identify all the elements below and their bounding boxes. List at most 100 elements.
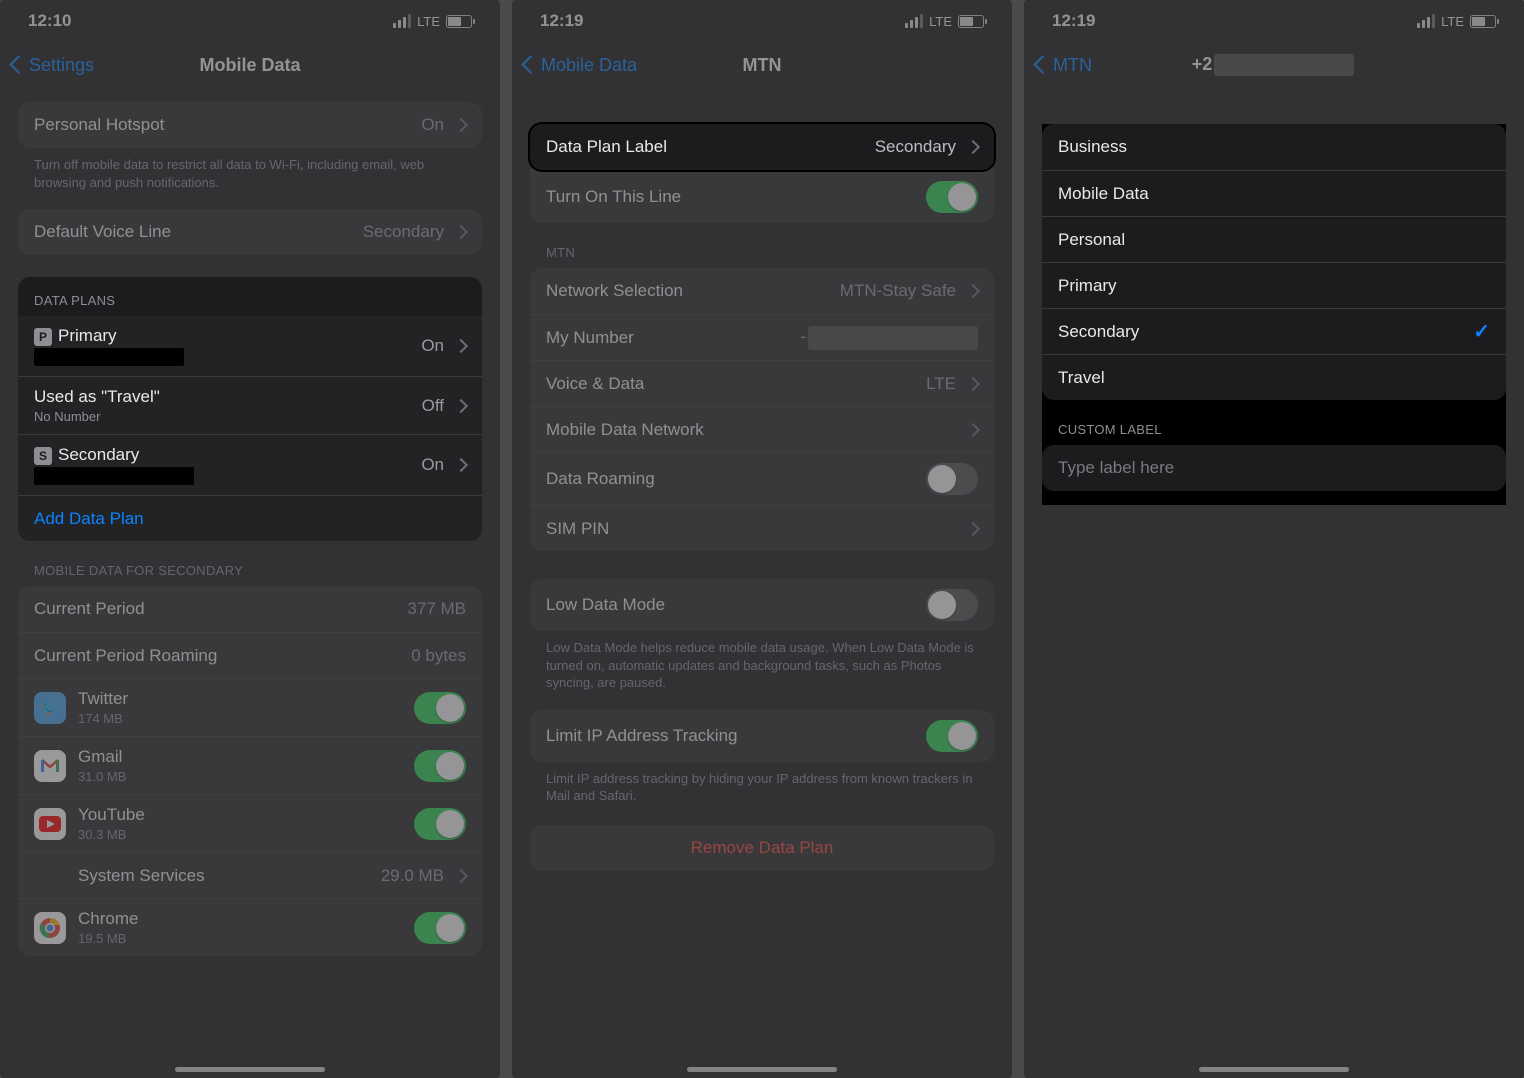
gmail-icon — [34, 750, 66, 782]
value: 377 MB — [407, 599, 466, 619]
chevron-right-icon — [456, 115, 466, 135]
label-option-mobile-data[interactable]: Mobile Data — [1042, 170, 1506, 216]
app-size: 19.5 MB — [78, 931, 402, 946]
home-indicator[interactable] — [175, 1067, 325, 1072]
label: Current Period Roaming — [34, 646, 399, 666]
home-indicator[interactable] — [1199, 1067, 1349, 1072]
remove-plan-button: Remove Data Plan — [546, 838, 978, 858]
chevron-right-icon — [968, 281, 978, 301]
row-default-voice-line[interactable]: Default Voice Line Secondary — [18, 209, 482, 255]
option-label: Travel — [1058, 368, 1490, 388]
row-data-plan-label[interactable]: Data Plan Label Secondary — [530, 124, 994, 170]
toggle-switch[interactable] — [414, 692, 466, 724]
footnote-limit-ip: Limit IP address tracking by hiding your… — [530, 762, 994, 805]
label: Current Period — [34, 599, 395, 619]
home-indicator[interactable] — [687, 1067, 837, 1072]
label-option-primary[interactable]: Primary — [1042, 262, 1506, 308]
app-name: Gmail — [78, 747, 402, 767]
chevron-left-icon — [1036, 55, 1049, 76]
signal-icon — [1417, 14, 1435, 28]
label: SIM PIN — [546, 519, 956, 539]
chevron-right-icon — [456, 336, 466, 356]
row-app-youtube[interactable]: YouTube 30.3 MB — [18, 794, 482, 852]
row-system-services[interactable]: System Services 29.0 MB — [18, 852, 482, 898]
status-bar: 12:10 LTE — [0, 0, 500, 42]
option-label: Business — [1058, 137, 1490, 157]
row-add-data-plan[interactable]: Add Data Plan — [18, 495, 482, 541]
custom-label-input[interactable] — [1058, 458, 1490, 478]
app-name: YouTube — [78, 805, 402, 825]
label: Low Data Mode — [546, 595, 914, 615]
toggle-switch[interactable] — [926, 463, 978, 495]
nav-header: MTN +2 — [1024, 42, 1524, 88]
row-low-data-mode[interactable]: Low Data Mode — [530, 579, 994, 631]
value: 29.0 MB — [381, 866, 444, 886]
toggle-switch[interactable] — [414, 750, 466, 782]
toggle-switch[interactable] — [414, 912, 466, 944]
section-header-mtn: MTN — [530, 223, 994, 268]
row-turn-on-line[interactable]: Turn On This Line — [530, 170, 994, 223]
screen-label-picker: 12:19 LTE MTN +2 Business Mobile Data — [1024, 0, 1524, 1078]
row-custom-label-input[interactable] — [1042, 445, 1506, 491]
row-mobile-data-network[interactable]: Mobile Data Network — [530, 406, 994, 452]
row-current-period-roaming: Current Period Roaming 0 bytes — [18, 632, 482, 678]
chevron-left-icon — [524, 55, 537, 76]
chevron-right-icon — [456, 455, 466, 475]
label: Mobile Data Network — [546, 420, 956, 440]
plan-label: Primary — [58, 326, 117, 345]
label: Data Roaming — [546, 469, 914, 489]
plan-status: Off — [422, 396, 444, 416]
row-limit-ip-tracking[interactable]: Limit IP Address Tracking — [530, 710, 994, 762]
label-option-business[interactable]: Business — [1042, 124, 1506, 170]
back-button[interactable]: Settings — [12, 55, 94, 76]
label: Default Voice Line — [34, 222, 351, 242]
row-app-chrome[interactable]: Chrome 19.5 MB — [18, 898, 482, 956]
label-option-travel[interactable]: Travel — [1042, 354, 1506, 400]
chevron-right-icon — [456, 222, 466, 242]
toggle-switch[interactable] — [926, 589, 978, 621]
label: My Number — [546, 328, 788, 348]
row-plan-travel[interactable]: Used as "Travel" No Number Off — [18, 376, 482, 434]
status-time: 12:19 — [540, 11, 583, 31]
toggle-switch[interactable] — [926, 720, 978, 752]
app-size: 30.3 MB — [78, 827, 402, 842]
label: Limit IP Address Tracking — [546, 726, 914, 746]
battery-icon — [958, 15, 984, 28]
back-button[interactable]: Mobile Data — [524, 55, 637, 76]
footnote-low-data: Low Data Mode helps reduce mobile data u… — [530, 631, 994, 692]
label: Network Selection — [546, 281, 828, 301]
app-size: 31.0 MB — [78, 769, 402, 784]
row-my-number[interactable]: My Number - — [530, 314, 994, 360]
battery-icon — [1470, 15, 1496, 28]
row-network-selection[interactable]: Network Selection MTN-Stay Safe — [530, 268, 994, 314]
row-app-gmail[interactable]: Gmail 31.0 MB — [18, 736, 482, 794]
chevron-right-icon — [968, 420, 978, 440]
row-plan-secondary[interactable]: SSecondary On — [18, 434, 482, 495]
sim-badge-icon: P — [34, 328, 52, 346]
row-sim-pin[interactable]: SIM PIN — [530, 505, 994, 551]
label-option-personal[interactable]: Personal — [1042, 216, 1506, 262]
row-voice-data[interactable]: Voice & Data LTE — [530, 360, 994, 406]
screen-mtn: 12:19 LTE Mobile Data MTN Data Plan Labe… — [512, 0, 1012, 1078]
signal-icon — [905, 14, 923, 28]
chrome-icon — [34, 912, 66, 944]
row-personal-hotspot[interactable]: Personal Hotspot On — [18, 102, 482, 148]
toggle-switch[interactable] — [926, 181, 978, 213]
plan-status: On — [421, 455, 444, 475]
back-button[interactable]: MTN — [1036, 55, 1092, 76]
page-title: +2 — [1024, 54, 1524, 76]
toggle-switch[interactable] — [414, 808, 466, 840]
label-option-secondary[interactable]: Secondary ✓ — [1042, 308, 1506, 354]
value: MTN-Stay Safe — [840, 281, 956, 301]
option-label: Personal — [1058, 230, 1490, 250]
label: Voice & Data — [546, 374, 914, 394]
row-remove-data-plan[interactable]: Remove Data Plan — [530, 825, 994, 871]
add-plan-link: Add Data Plan — [34, 509, 144, 529]
label: Personal Hotspot — [34, 115, 409, 135]
row-plan-primary[interactable]: PPrimary On — [18, 316, 482, 376]
chevron-right-icon — [968, 519, 978, 539]
value: LTE — [926, 374, 956, 394]
row-app-twitter[interactable]: 🐦 Twitter 174 MB — [18, 678, 482, 736]
value: Secondary — [363, 222, 444, 242]
row-data-roaming[interactable]: Data Roaming — [530, 452, 994, 505]
